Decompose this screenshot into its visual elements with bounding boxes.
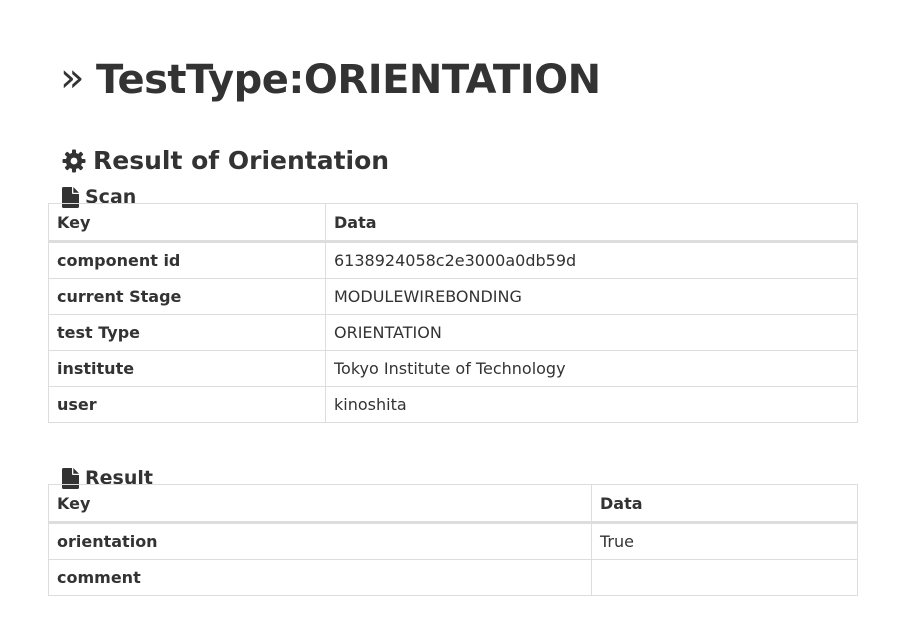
row-key: user [48,386,326,423]
column-header-data: Data [591,484,858,524]
column-header-key: Key [48,203,326,243]
page-title-text: TestType:ORIENTATION [95,56,601,103]
row-value: True [591,522,858,560]
column-header-data: Data [325,203,858,243]
table-row: user kinoshita [48,386,858,423]
scan-table: Key Data component id 6138924058c2e3000a… [48,203,858,423]
page-title: » TestType:ORIENTATION [60,53,601,107]
row-value: Tokyo Institute of Technology [325,350,858,387]
table-row: component id 6138924058c2e3000a0db59d [48,241,858,279]
table-row: comment [48,559,858,596]
row-key: test Type [48,314,326,351]
column-header-key: Key [48,484,592,524]
table-row: orientation True [48,522,858,560]
row-key: component id [48,241,326,279]
row-value [591,559,858,596]
row-value: MODULEWIREBONDING [325,278,858,315]
table-row: current Stage MODULEWIREBONDING [48,278,858,315]
row-key: institute [48,350,326,387]
row-value: 6138924058c2e3000a0db59d [325,241,858,279]
table-row: institute Tokyo Institute of Technology [48,350,858,387]
row-value: kinoshita [325,386,858,423]
table-row: test Type ORIENTATION [48,314,858,351]
row-key: orientation [48,522,592,560]
result-table: Key Data orientation True comment [48,484,858,596]
section-title: Result of Orientation [62,143,389,179]
double-chevron-right-icon: » [60,54,84,101]
table-header-row: Key Data [48,484,858,524]
row-value: ORIENTATION [325,314,858,351]
row-key: comment [48,559,592,596]
gear-icon [62,149,86,173]
table-header-row: Key Data [48,203,858,243]
section-title-text: Result of Orientation [93,146,390,176]
row-key: current Stage [48,278,326,315]
